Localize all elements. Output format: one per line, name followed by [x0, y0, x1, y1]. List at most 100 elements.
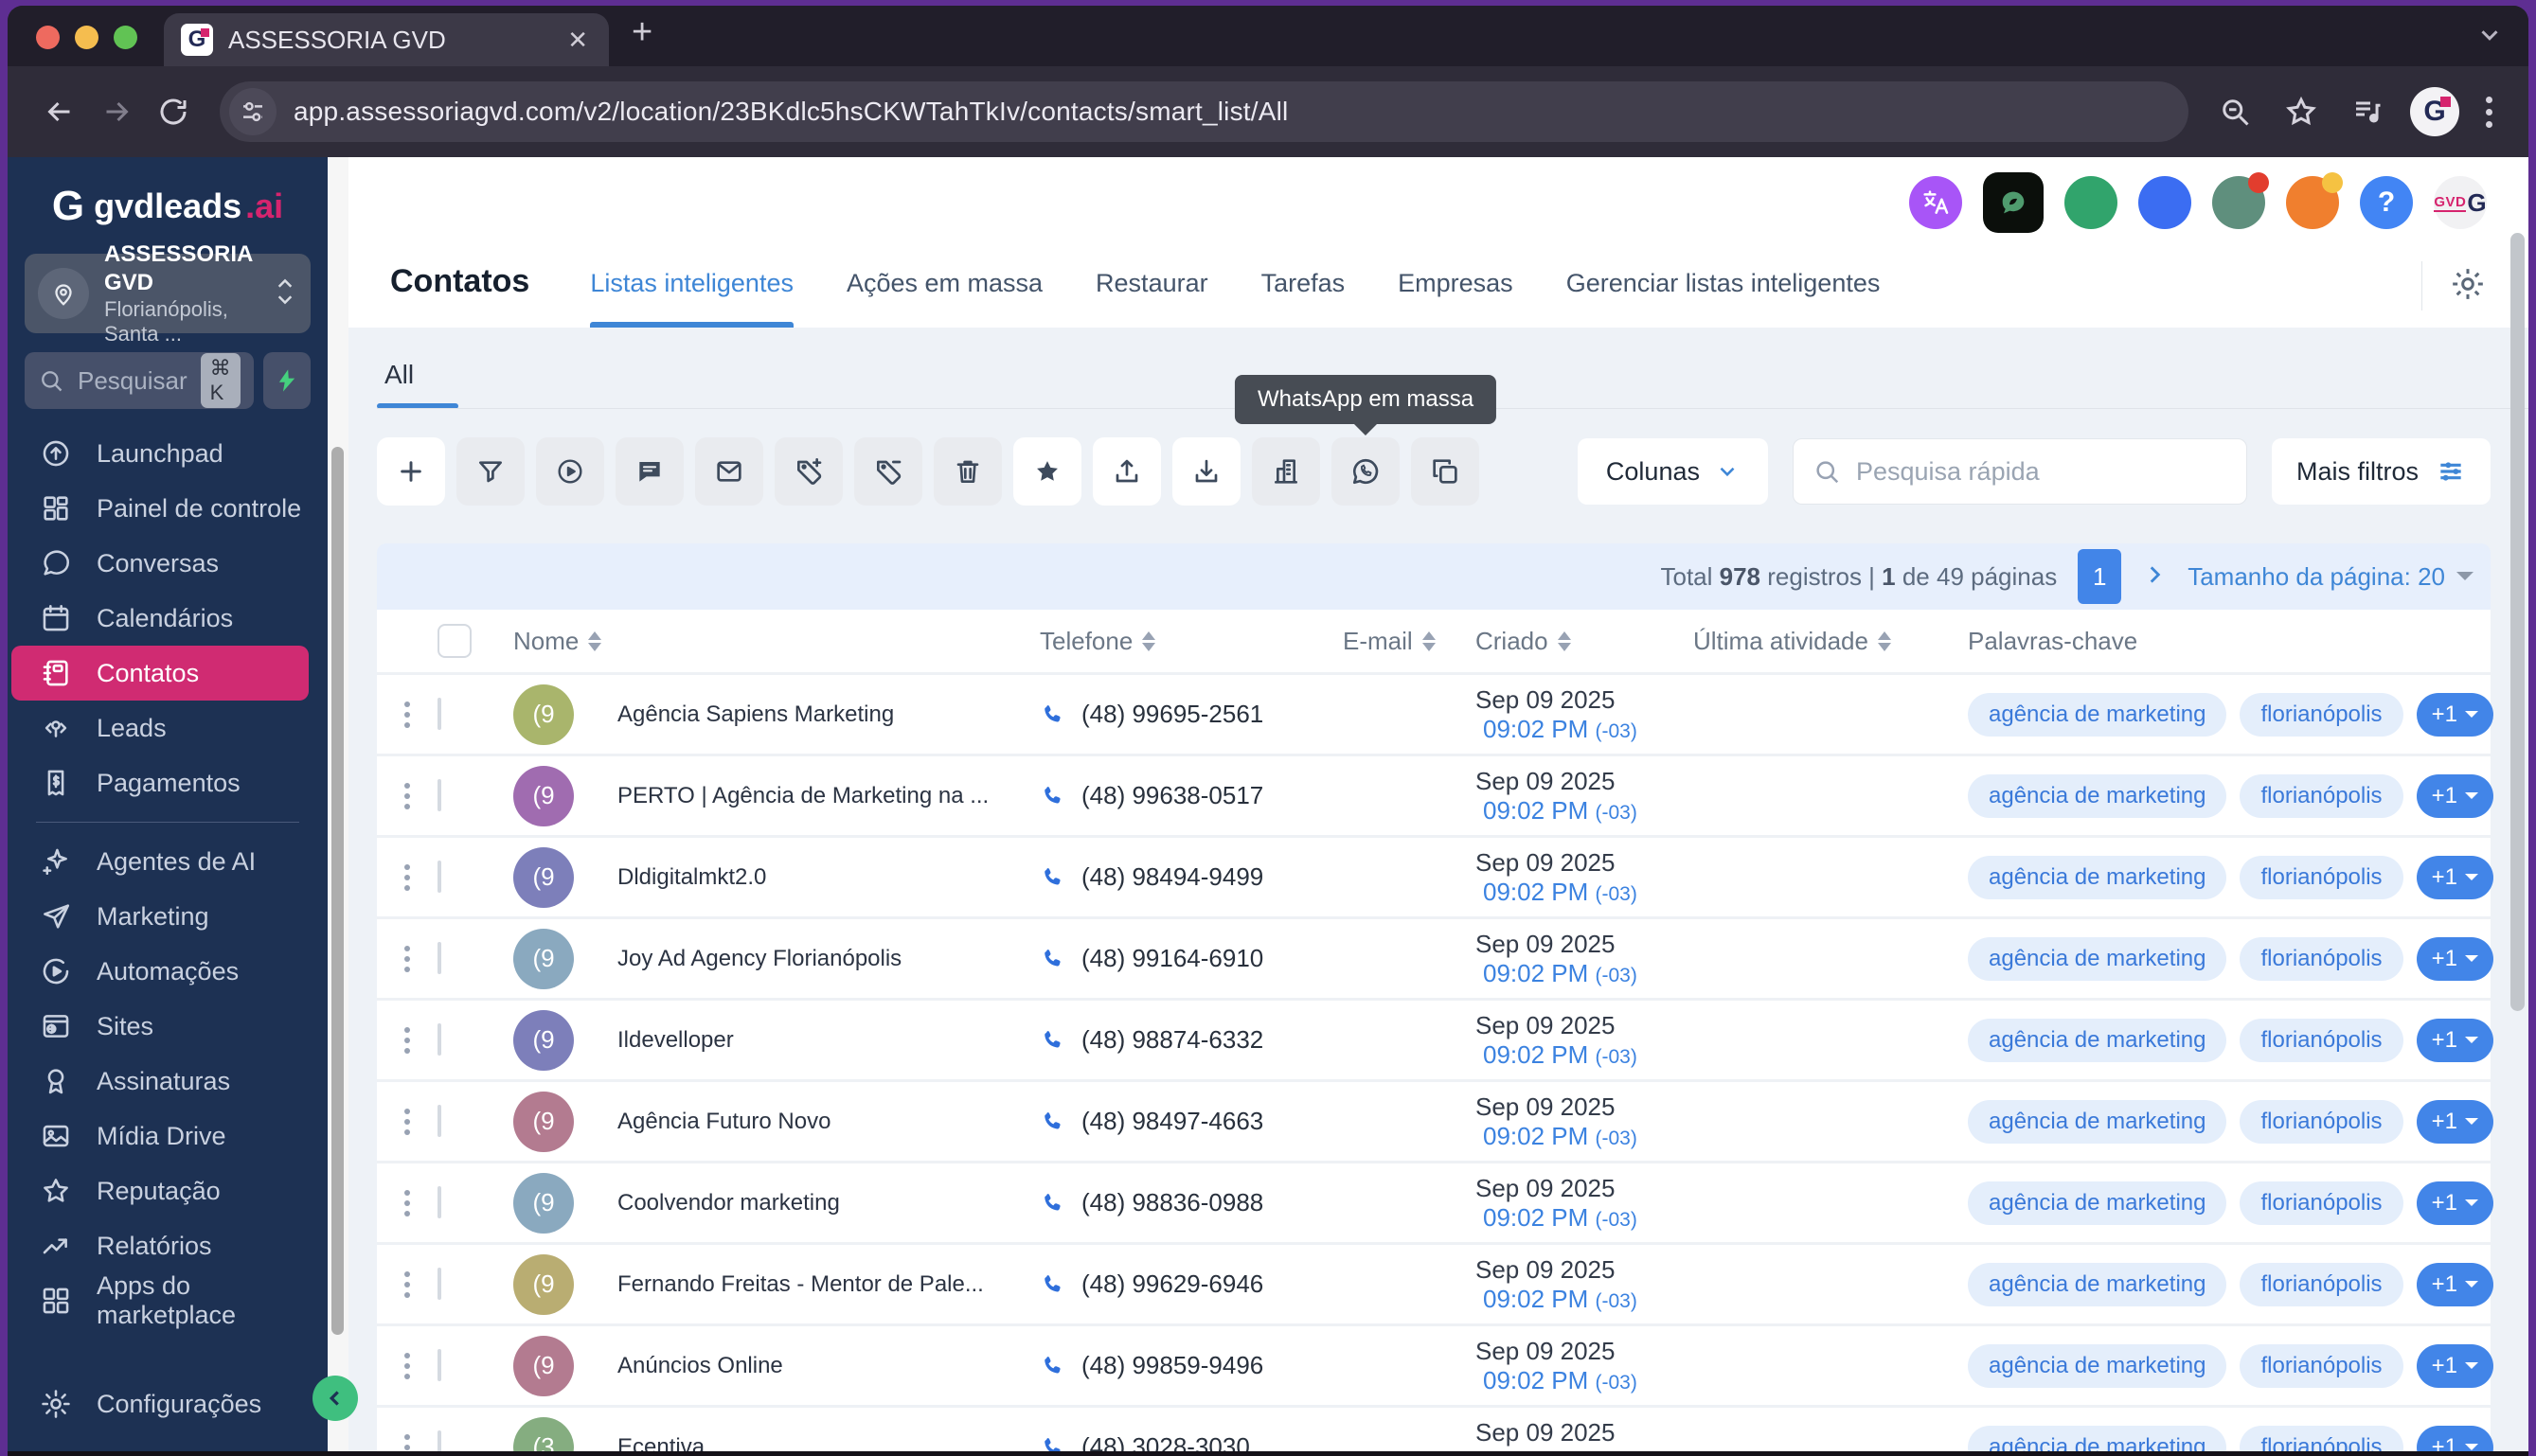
tag-pill[interactable]: florianópolis [2240, 1262, 2403, 1306]
table-row[interactable]: (9 Coolvendor marketing (48) 98836-0988 Sep… [377, 1161, 2493, 1242]
row-menu-icon[interactable] [377, 1108, 438, 1135]
company-button[interactable] [1252, 437, 1320, 506]
sort-icon[interactable] [1557, 630, 1571, 651]
sidebar-item-reputa-o[interactable]: Reputação [8, 1163, 328, 1218]
contact-phone[interactable]: (48) 99164-6910 [1081, 944, 1263, 973]
more-tags-pill[interactable]: +1 [2416, 1018, 2493, 1062]
tag-pill[interactable]: agência de marketing [1968, 936, 2227, 981]
contact-phone[interactable]: (48) 98497-4663 [1081, 1107, 1263, 1136]
tag-pill[interactable]: florianópolis [2240, 773, 2403, 818]
quick-actions-bolt-button[interactable] [262, 352, 311, 409]
table-row[interactable]: (9 Fernando Freitas - Mentor de Pale... (4… [377, 1242, 2493, 1323]
table-row[interactable]: (3Ecentiva(48) 3028-3030Sep 09 202509:02… [377, 1405, 2493, 1456]
browser-tab[interactable]: G ASSESSORIA GVD ✕ [164, 13, 609, 66]
contact-name[interactable]: Coolvendor marketing [617, 1190, 1040, 1216]
tag-pill[interactable]: florianópolis [2240, 1181, 2403, 1225]
megaphone-icon[interactable] [2212, 172, 2269, 229]
account-switcher[interactable]: ASSESSORIA GVD Florianópolis, Santa ... [25, 241, 311, 346]
tag-pill[interactable]: agência de marketing [1968, 692, 2227, 737]
sidebar-item-contatos[interactable]: Contatos [11, 646, 309, 701]
sidebar-item-apps-do-marketplace[interactable]: Apps do marketplace [8, 1271, 328, 1329]
sidebar-item-painel-de-controle[interactable]: Painel de controle [8, 481, 328, 536]
contact-phone[interactable]: (48) 98874-6332 [1081, 1025, 1263, 1055]
row-checkbox[interactable] [438, 1023, 441, 1056]
add-contact-button[interactable] [377, 437, 445, 506]
export-button[interactable] [1093, 437, 1161, 506]
sidebar-item-leads[interactable]: Leads [8, 701, 328, 755]
close-window-button[interactable] [36, 26, 60, 49]
url-bar[interactable]: app.assessoriagvd.com/v2/location/23BKdl… [220, 81, 2188, 142]
row-checkbox[interactable] [438, 779, 441, 811]
more-tags-pill[interactable]: +1 [2416, 1262, 2493, 1306]
sidebar-item-launchpad[interactable]: Launchpad [8, 426, 328, 481]
more-tags-pill[interactable]: +1 [2416, 773, 2493, 818]
contact-phone[interactable]: (48) 99695-2561 [1081, 700, 1263, 729]
row-menu-icon[interactable] [377, 1189, 438, 1216]
table-row[interactable]: (9 Dldigitalmkt2.0 (48) 98494-9499 Sep 09 2… [377, 835, 2493, 916]
automation-button[interactable] [536, 437, 604, 506]
contact-name[interactable]: Anúncios Online [617, 1353, 1040, 1379]
contact-name[interactable]: Agência Sapiens Marketing [617, 701, 1040, 728]
more-tags-pill[interactable]: +1 [2416, 1343, 2493, 1388]
new-tab-button[interactable]: + [609, 12, 652, 66]
tag-pill[interactable]: agência de marketing [1968, 1099, 2227, 1144]
delete-button[interactable] [934, 437, 1002, 506]
sidebar-item-relat-rios[interactable]: Relatórios [8, 1218, 328, 1273]
contact-phone[interactable]: (48) 98494-9499 [1081, 862, 1263, 892]
contacts-settings-gear-icon[interactable] [2449, 265, 2487, 308]
translate-icon[interactable] [1909, 176, 1962, 229]
more-tags-pill[interactable]: +1 [2416, 1181, 2493, 1225]
next-page-icon[interactable] [2142, 562, 2167, 592]
email-button[interactable] [695, 437, 763, 506]
contact-name[interactable]: Dldigitalmkt2.0 [617, 864, 1040, 891]
tab-empresas[interactable]: Empresas [1398, 254, 1513, 328]
sidebar-item-sites[interactable]: Sites [8, 999, 328, 1054]
tag-pill[interactable]: florianópolis [2240, 1343, 2403, 1388]
tag-pill[interactable]: florianópolis [2240, 1018, 2403, 1062]
sidebar-item-conversas[interactable]: Conversas [8, 536, 328, 591]
back-icon[interactable] [36, 88, 83, 135]
table-row[interactable]: (9 PERTO | Agência de Marketing na ... (48… [377, 754, 2493, 835]
row-menu-icon[interactable] [377, 1026, 438, 1054]
table-row[interactable]: (9 Agência Sapiens Marketing (48) 99695-25… [377, 672, 2493, 754]
add-tag-button[interactable] [775, 437, 843, 506]
favorite-button[interactable] [1013, 437, 1081, 506]
row-menu-icon[interactable] [377, 782, 438, 809]
minimize-window-button[interactable] [75, 26, 98, 49]
page-number-button[interactable]: 1 [2078, 549, 2122, 604]
contact-name[interactable]: Ildevelloper [617, 1027, 1040, 1054]
quick-search-input[interactable]: Pesquisa rápida [1792, 438, 2247, 505]
row-menu-icon[interactable] [377, 701, 438, 728]
remove-tag-button[interactable] [854, 437, 922, 506]
leadconnector-icon[interactable] [1983, 172, 2044, 233]
more-tags-pill[interactable]: +1 [2416, 1099, 2493, 1144]
tag-pill[interactable]: florianópolis [2240, 1099, 2403, 1144]
sidebar-scrollbar-thumb[interactable] [331, 447, 344, 1335]
ai-sparkles-icon[interactable] [2138, 176, 2191, 229]
window-chevron-down-icon[interactable] [2475, 21, 2504, 54]
contact-name[interactable]: PERTO | Agência de Marketing na ... [617, 783, 1040, 809]
row-checkbox[interactable] [438, 1186, 441, 1218]
profile-icon[interactable]: GVD G [2434, 176, 2487, 229]
import-button[interactable] [1172, 437, 1241, 506]
site-info-icon[interactable] [229, 88, 277, 135]
contact-phone[interactable]: (48) 99638-0517 [1081, 781, 1263, 810]
filter-button[interactable] [456, 437, 525, 506]
more-filters-button[interactable]: Mais filtros [2271, 438, 2491, 505]
sort-icon[interactable] [1421, 630, 1436, 651]
sidebar-scrollbar[interactable] [328, 157, 348, 1456]
sort-icon[interactable] [1142, 630, 1156, 651]
tag-pill[interactable]: florianópolis [2240, 692, 2403, 737]
maximize-window-button[interactable] [114, 26, 137, 49]
contact-name[interactable]: Agência Futuro Novo [617, 1109, 1040, 1135]
zoom-icon[interactable] [2211, 88, 2259, 135]
sidebar-item-m-dia-drive[interactable]: Mídia Drive [8, 1109, 328, 1163]
row-menu-icon[interactable] [377, 1352, 438, 1379]
bell-icon[interactable] [2286, 172, 2343, 229]
page-size-select[interactable]: Tamanho da página: 20 [2188, 562, 2473, 592]
more-tags-pill[interactable]: +1 [2416, 936, 2493, 981]
phone-icon[interactable] [2064, 176, 2117, 229]
tag-pill[interactable]: florianópolis [2240, 936, 2403, 981]
row-checkbox[interactable] [438, 942, 441, 974]
sidebar-item-assinaturas[interactable]: Assinaturas [8, 1054, 328, 1109]
